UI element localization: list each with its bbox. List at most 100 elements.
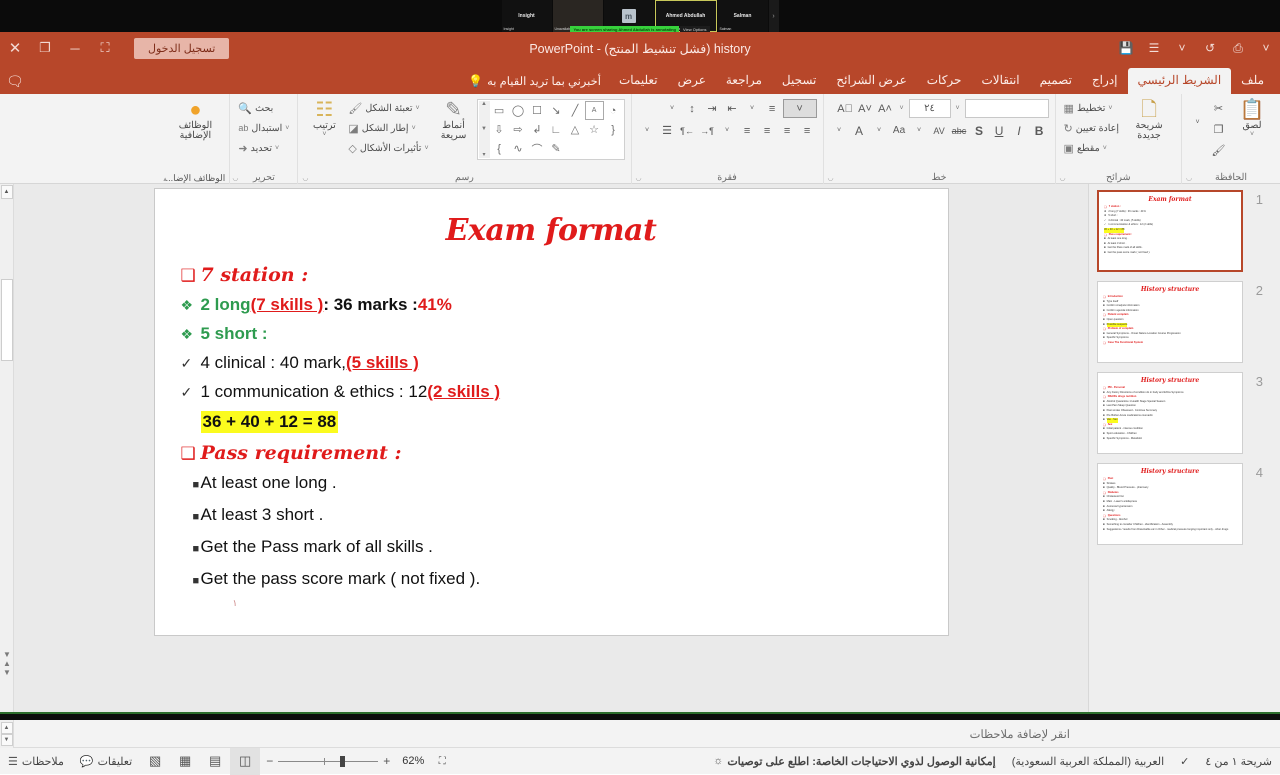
shape-left-brace-icon[interactable]: { bbox=[490, 139, 509, 158]
italic-button[interactable]: I bbox=[1010, 121, 1029, 140]
slide-line-9[interactable]: ■ At least 3 short . bbox=[181, 505, 922, 525]
slide-line-8[interactable]: ■ At least one long . bbox=[181, 473, 922, 493]
line-spacing-chevron-down-icon[interactable]: ˅ bbox=[663, 99, 682, 118]
increase-indent-button[interactable]: ⇥ bbox=[703, 99, 722, 118]
notes-scroll-down-icon[interactable]: ▼ bbox=[0, 733, 13, 746]
slide-line-4[interactable]: ✓ 4 clinical : 40 mark, (5 skills ) bbox=[181, 353, 922, 373]
tell-me-search[interactable]: 💡 أخبرني بما تريد القيام به bbox=[468, 74, 601, 94]
slide-thumbnail-1[interactable]: Exam format ❑ 7 station : ❖ 2 long (7 skil… bbox=[1097, 190, 1243, 272]
font-name-input[interactable] bbox=[964, 99, 1049, 118]
replace-button[interactable]: ab استبدال ˅ bbox=[236, 119, 291, 137]
tab-file[interactable]: ملف bbox=[1231, 68, 1274, 94]
shape-elbow-connector-icon[interactable]: ∟ bbox=[547, 120, 566, 139]
slide-sorter-view-button[interactable]: ▦ bbox=[170, 748, 200, 775]
shapes-gallery[interactable]: ▲ ▼ ▾ ▭ ◯ ☐ ↘ ╱ A ◔ ⇩ ⇨ ↲ ∟ △ ☆} {∿ ⌒ … bbox=[476, 99, 625, 160]
zoom-slider[interactable]: − + bbox=[260, 754, 396, 768]
slide-line-10[interactable]: ■ Get the Pass mark of all skills . bbox=[181, 537, 922, 557]
text-shadow-button[interactable]: S bbox=[970, 121, 989, 140]
select-button[interactable]: ➜ تحديد ˅ bbox=[236, 139, 291, 157]
bold-button[interactable]: B bbox=[1030, 121, 1049, 140]
tab-record[interactable]: تسجيل bbox=[772, 68, 827, 94]
font-color-button[interactable]: A bbox=[850, 121, 869, 140]
find-button[interactable]: 🔍 بحث bbox=[236, 99, 291, 117]
slide-line-3[interactable]: ❖ 5 short : bbox=[181, 324, 922, 344]
participant-tile-2[interactable]: Unavailable bbox=[552, 0, 603, 32]
scrollbar-thumb[interactable] bbox=[1, 279, 13, 361]
slide-line-1[interactable]: ❑ 7 station : bbox=[181, 264, 922, 286]
shapes-more-icon[interactable]: ▾ bbox=[479, 151, 490, 158]
reading-view-button[interactable]: ▧ bbox=[140, 748, 170, 775]
tab-review[interactable]: مراجعة bbox=[716, 68, 772, 94]
previous-slide-icon[interactable]: ▲ bbox=[3, 659, 11, 668]
align-left-button[interactable]: ≡ bbox=[758, 121, 777, 140]
slide-thumbnail-2[interactable]: History structure ❑ Introduction ■ Type it… bbox=[1097, 281, 1243, 363]
paste-button[interactable]: 📋 لصق ˅ bbox=[1230, 99, 1274, 139]
text-direction-chevron-down-icon[interactable]: ˅ bbox=[743, 99, 762, 118]
font-size-chevron-down-icon[interactable]: ˅ bbox=[896, 105, 908, 112]
participant-tile-5[interactable]: Salman Salman bbox=[717, 0, 768, 32]
sign-in-button[interactable]: تسجيل الدخول bbox=[134, 37, 230, 59]
next-participants-arrow-icon[interactable]: › bbox=[768, 0, 779, 32]
copy-icon[interactable]: ❐ bbox=[1209, 120, 1228, 139]
restore-icon[interactable]: ❐ bbox=[30, 32, 60, 64]
shape-rounded-rect-icon[interactable]: ☐ bbox=[528, 101, 547, 120]
tab-design[interactable]: تصميم bbox=[1030, 68, 1082, 94]
new-slide-button[interactable]: 🗋 شريحة جديدة bbox=[1123, 99, 1175, 142]
format-painter-icon[interactable]: 🖌 bbox=[1209, 141, 1228, 160]
participant-tile-3[interactable]: m Maya Muhammad bbox=[603, 0, 654, 32]
shape-star-icon[interactable]: ☆ bbox=[585, 120, 604, 139]
shape-arc-icon[interactable]: ⌒ bbox=[528, 139, 547, 158]
shape-line-icon[interactable]: ╱ bbox=[566, 101, 585, 120]
character-spacing-chevron-down-icon[interactable]: ˅ bbox=[910, 121, 929, 140]
zoom-slider-track[interactable] bbox=[278, 755, 379, 767]
slide-editing-surface[interactable]: Exam format ❑ 7 station : ❖ 2 long (7 sk… bbox=[153, 188, 949, 636]
participant-tile-4-active[interactable]: Ahmed Abdullah Ahmed Abdullah bbox=[654, 0, 717, 32]
shape-curve-icon[interactable]: ∿ bbox=[509, 139, 528, 158]
font-name-chevron-down-icon[interactable]: ˅ bbox=[952, 105, 964, 112]
zoom-in-button[interactable]: + bbox=[383, 754, 390, 768]
shape-textbox-icon[interactable]: A bbox=[584, 101, 604, 120]
scroll-up-icon[interactable]: ▲ bbox=[0, 185, 13, 199]
slide-thumbnail-pane[interactable]: Exam format ❑ 7 station : ❖ 2 long (7 skil… bbox=[1088, 184, 1280, 719]
shape-arrow-down-icon[interactable]: ⇩ bbox=[490, 120, 509, 139]
normal-view-button[interactable]: ▤ bbox=[200, 748, 230, 775]
accessibility-status[interactable]: ☼ إمكانية الوصول لذوي الاحتياجات الخاصة:… bbox=[705, 748, 1003, 775]
shape-pie-icon[interactable]: ◔ bbox=[604, 101, 623, 120]
redo-chevron-icon[interactable]: ˅ bbox=[1168, 32, 1196, 64]
tab-insert[interactable]: إدراج bbox=[1082, 68, 1128, 94]
cut-icon[interactable]: ✂ bbox=[1209, 99, 1228, 118]
clipboard-dialog-launcher[interactable]: ◡ bbox=[1186, 174, 1192, 182]
drawing-dialog-launcher[interactable]: ◡ bbox=[302, 174, 308, 182]
slide-line-11[interactable]: ■ Get the pass score mark ( not fixed ). bbox=[181, 569, 922, 589]
minimize-icon[interactable]: ─ bbox=[60, 32, 90, 64]
layout-button[interactable]: ▦ تخطيط ˅ bbox=[1062, 99, 1121, 117]
slide-thumbnail-3[interactable]: History structure ❑ PM - Personal ■ Any hi… bbox=[1097, 372, 1243, 454]
font-dialog-launcher[interactable]: ◡ bbox=[828, 174, 834, 182]
slide-line-6[interactable]: 36 + 40 + 12 = 88 bbox=[181, 411, 922, 433]
paragraph-dialog-launcher[interactable]: ◡ bbox=[636, 174, 642, 182]
shape-oval-icon[interactable]: ◯ bbox=[509, 101, 528, 120]
notes-toggle-button[interactable]: ☰ ملاحظات bbox=[0, 748, 72, 775]
left-scrollbar[interactable]: ▲ ▼ ▲ ▼ bbox=[0, 184, 14, 719]
thumbnail-row-1[interactable]: Exam format ❑ 7 station : ❖ 2 long (7 skil… bbox=[1097, 190, 1274, 272]
slides-dialog-launcher[interactable]: ◡ bbox=[1060, 174, 1066, 182]
arrange-button[interactable]: ☷ ترتيب ˅ bbox=[304, 99, 344, 139]
columns-button[interactable]: ☰ bbox=[658, 121, 677, 140]
close-icon[interactable]: ✕ bbox=[0, 32, 30, 64]
save-icon[interactable]: 💾 bbox=[1112, 32, 1140, 64]
scroll-down-icon[interactable]: ▼ bbox=[3, 650, 11, 659]
tab-transitions[interactable]: انتقالات bbox=[971, 68, 1029, 94]
shape-freeform-icon[interactable]: ✎ bbox=[547, 139, 566, 158]
rtl-direction-button[interactable]: →¶ bbox=[698, 121, 717, 140]
ribbon-display-options-icon[interactable]: ⛶ bbox=[90, 32, 120, 64]
comments-icon[interactable]: 🗨 bbox=[6, 73, 24, 90]
proofing-status-icon[interactable]: ✓ bbox=[1172, 748, 1197, 775]
copy-dropdown-chevron-icon[interactable]: ˅ bbox=[1188, 113, 1207, 132]
text-direction-button[interactable]: ≡ bbox=[763, 99, 782, 118]
line-spacing-button[interactable]: ↕ bbox=[683, 99, 702, 118]
shapes-scroll-up-icon[interactable]: ▲ bbox=[479, 101, 490, 107]
justify-button[interactable]: ≡ bbox=[738, 121, 757, 140]
shape-line-arrow-icon[interactable]: ↘ bbox=[547, 101, 566, 120]
shrink-font-icon[interactable]: A˅ bbox=[856, 99, 875, 118]
shape-arrow-right-icon[interactable]: ⇨ bbox=[509, 120, 528, 139]
